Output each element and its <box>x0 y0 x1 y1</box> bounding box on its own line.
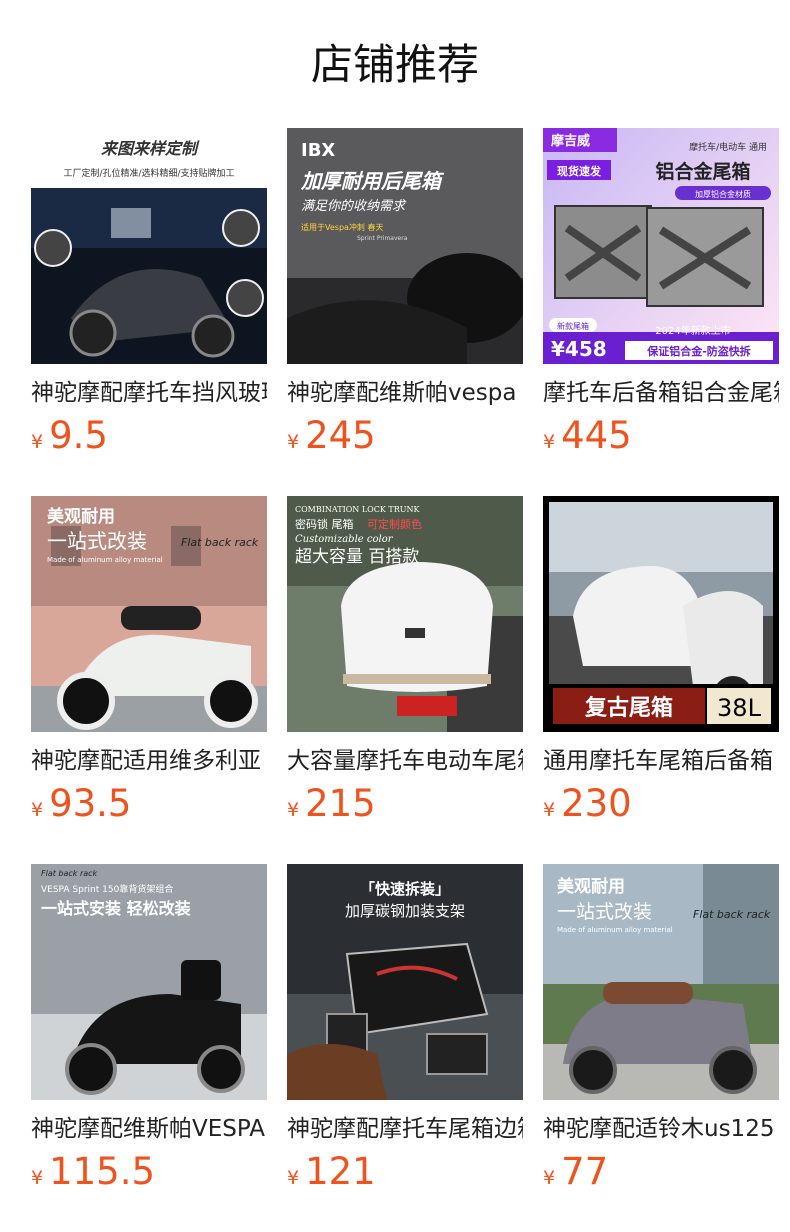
product-name[interactable]: 神驼摩配维斯帕vespa <box>287 376 523 410</box>
product-image[interactable]: 摩吉威 摩托车/电动车 通用 现货速发 铝合金尾箱 加厚铝合金材质 新款尾箱 ¥… <box>543 128 779 364</box>
product-name[interactable]: 神驼摩配适用维多利亚 <box>31 744 267 778</box>
product-name[interactable]: 通用摩托车尾箱后备箱 <box>543 744 779 778</box>
product-image[interactable]: IBX 加厚耐用后尾箱 满足你的收纳需求 适用于Vespa冲刺 春天 Sprin… <box>287 128 523 364</box>
product-name[interactable]: 神驼摩配摩托车尾箱边箱 <box>287 1112 523 1146</box>
page-title: 店铺推荐 <box>310 40 479 89</box>
product-image[interactable]: COMBINATION LOCK TRUNK 密码锁 尾箱 可定制颜色 Cust… <box>287 496 523 732</box>
price-value: 245 <box>305 414 376 457</box>
product-price: ¥121 <box>287 1148 523 1196</box>
image-size: 38L <box>717 694 762 722</box>
price-value: 9.5 <box>49 414 108 457</box>
image-headline: 一站式安装 轻松改装 <box>41 899 191 918</box>
product-image[interactable]: 美观耐用 一站式改装 Flat back rack Made of alumin… <box>543 864 779 1100</box>
currency-symbol: ¥ <box>543 799 556 821</box>
currency-symbol: ¥ <box>287 1167 300 1189</box>
product-price: ¥77 <box>543 1148 779 1196</box>
image-line1: 「快速拆装」 <box>360 880 450 898</box>
image-line1: 密码锁 尾箱 <box>295 517 354 531</box>
product-card[interactable]: COMBINATION LOCK TRUNK 密码锁 尾箱 可定制颜色 Cust… <box>287 496 523 828</box>
product-price: ¥9.5 <box>31 412 267 460</box>
image-bottom: 保证铝合金-防盗快拆 <box>646 344 751 358</box>
price-value: 93.5 <box>49 782 132 825</box>
image-en: Flat back rack <box>41 869 98 878</box>
image-subtext: 满足你的收纳需求 <box>301 199 407 214</box>
product-card[interactable]: Flat back rack VESPA Sprint 150靠背货架组合 一站… <box>31 864 267 1196</box>
product-price: ¥230 <box>543 780 779 828</box>
currency-symbol: ¥ <box>31 431 44 453</box>
price-value: 215 <box>305 782 376 825</box>
product-price: ¥115.5 <box>31 1148 267 1196</box>
image-en: Flat back rack <box>181 536 259 549</box>
currency-symbol: ¥ <box>287 799 300 821</box>
currency-symbol: ¥ <box>287 431 300 453</box>
image-headline: 超大容量 百搭款 <box>295 547 419 567</box>
product-card[interactable]: 「快速拆装」 加厚碳钢加装支架 神驼摩配摩托车尾箱边箱 ¥121 <box>287 864 523 1196</box>
image-headline: 加厚耐用后尾箱 <box>300 169 445 193</box>
product-image[interactable]: 美观耐用 一站式改装 Flat back rack Made of alumin… <box>31 496 267 732</box>
image-line2: 加厚碳钢加装支架 <box>345 902 465 920</box>
product-name[interactable]: 神驼摩配适铃木us125 <box>543 1112 779 1146</box>
currency-symbol: ¥ <box>31 799 44 821</box>
image-headline: 复古尾箱 <box>584 695 673 721</box>
image-line1: 美观耐用 <box>557 876 625 897</box>
image-subtext: 工厂定制/孔位精准/选料精细/支持贴牌加工 <box>63 167 234 179</box>
product-card[interactable]: 来图来样定制 工厂定制/孔位精准/选料精细/支持贴牌加工 神驼摩配摩托车挡风玻璃… <box>31 128 267 460</box>
price-value: 230 <box>561 782 632 825</box>
product-name[interactable]: 神驼摩配维斯帕VESPA <box>31 1112 267 1146</box>
image-en: COMBINATION LOCK TRUNK <box>295 505 420 514</box>
product-image[interactable]: Flat back rack VESPA Sprint 150靠背货架组合 一站… <box>31 864 267 1100</box>
product-name[interactable]: 摩托车后备箱铝合金尾箱 <box>543 376 779 410</box>
product-image[interactable]: 「快速拆装」 加厚碳钢加装支架 <box>287 864 523 1100</box>
image-headline: 铝合金尾箱 <box>655 160 750 183</box>
product-card[interactable]: 美观耐用 一站式改装 Flat back rack Made of alumin… <box>31 496 267 828</box>
image-subtext: VESPA Sprint 150靠背货架组合 <box>41 883 173 895</box>
image-headline: 来图来样定制 <box>101 139 200 158</box>
price-value: 121 <box>305 1150 376 1193</box>
product-name[interactable]: 神驼摩配摩托车挡风玻璃 <box>31 376 267 410</box>
price-value: 445 <box>561 414 632 457</box>
product-card[interactable]: 摩吉威 摩托车/电动车 通用 现货速发 铝合金尾箱 加厚铝合金材质 新款尾箱 ¥… <box>543 128 779 460</box>
product-name[interactable]: 大容量摩托车电动车尾箱 <box>287 744 523 778</box>
product-price: ¥215 <box>287 780 523 828</box>
product-image[interactable]: 来图来样定制 工厂定制/孔位精准/选料精细/支持贴牌加工 <box>31 128 267 364</box>
image-tag2: Sprint Primavera <box>357 235 408 242</box>
price-value: 77 <box>561 1150 609 1193</box>
image-small: Made of aluminum alloy material <box>557 926 673 934</box>
image-price: ¥458 <box>551 337 607 361</box>
image-line2: Customizable color <box>295 534 394 545</box>
image-pill: 加厚铝合金材质 <box>695 189 751 199</box>
image-line2: 一站式改装 <box>557 901 652 923</box>
product-card[interactable]: IBX 加厚耐用后尾箱 满足你的收纳需求 适用于Vespa冲刺 春天 Sprin… <box>287 128 523 460</box>
product-card[interactable]: 美观耐用 一站式改装 Flat back rack Made of alumin… <box>543 864 779 1196</box>
image-small: Made of aluminum alloy material <box>47 556 163 564</box>
image-tag: 适用于Vespa冲刺 春天 <box>301 222 383 232</box>
currency-symbol: ¥ <box>31 1167 44 1189</box>
image-line2: 一站式改装 <box>47 529 147 553</box>
image-brand: 摩吉威 <box>551 133 590 149</box>
image-line1: 美观耐用 <box>47 506 115 527</box>
image-new: 新款尾箱 <box>557 321 589 331</box>
product-price: ¥93.5 <box>31 780 267 828</box>
image-brand: IBX <box>301 140 335 161</box>
currency-symbol: ¥ <box>543 431 556 453</box>
image-accent: 可定制颜色 <box>367 517 422 531</box>
currency-symbol: ¥ <box>543 1167 556 1189</box>
image-top: 摩托车/电动车 通用 <box>689 141 767 153</box>
product-card[interactable]: 复古尾箱 38L 通用摩托车尾箱后备箱 ¥230 <box>543 496 779 828</box>
image-year: 2024年新款上市 <box>655 324 730 337</box>
image-en: Flat back rack <box>693 908 771 921</box>
price-value: 115.5 <box>49 1150 156 1193</box>
product-price: ¥245 <box>287 412 523 460</box>
product-price: ¥445 <box>543 412 779 460</box>
product-image[interactable]: 复古尾箱 38L <box>543 496 779 732</box>
image-badge: 现货速发 <box>557 164 602 178</box>
